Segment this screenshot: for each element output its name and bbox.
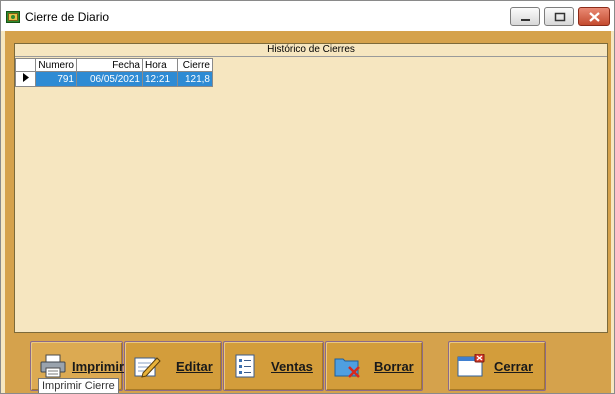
cell-fecha[interactable]: 06/05/2021	[76, 71, 143, 87]
cell-cierre[interactable]: 121,8	[177, 71, 213, 87]
cerrar-button[interactable]: Cerrar	[448, 341, 546, 391]
imprimir-tooltip: Imprimir Cierre	[38, 378, 119, 393]
ventas-label: Ventas	[271, 359, 313, 374]
grid-header-row: Numero Fecha Hora Cierre	[15, 58, 213, 72]
sales-list-icon	[235, 354, 255, 378]
row-indicator[interactable]	[15, 71, 36, 87]
column-header-numero[interactable]: Numero	[35, 58, 77, 72]
close-icon	[589, 12, 600, 22]
ventas-button[interactable]: Ventas	[223, 341, 324, 391]
title-bar: Cierre de Diario	[1, 1, 614, 31]
column-header-hora[interactable]: Hora	[142, 58, 178, 72]
editar-button[interactable]: Editar	[124, 341, 222, 391]
app-icon	[6, 11, 20, 23]
minimize-button[interactable]	[510, 7, 540, 26]
cell-hora[interactable]: 12:21	[142, 71, 178, 87]
maximize-button[interactable]	[544, 7, 574, 26]
history-grid[interactable]: Histórico de Cierres Numero Fecha Hora C…	[14, 43, 608, 333]
close-button[interactable]	[578, 7, 610, 26]
row-indicator-header	[15, 58, 36, 72]
cerrar-label: Cerrar	[494, 359, 534, 374]
minimize-icon	[521, 19, 530, 21]
printer-icon	[40, 354, 66, 378]
column-header-cierre[interactable]: Cierre	[177, 58, 213, 72]
table-row[interactable]: 791 06/05/2021 12:21 121,8	[15, 71, 213, 87]
borrar-label: Borrar	[374, 359, 414, 374]
window-title: Cierre de Diario	[25, 10, 110, 24]
column-header-fecha[interactable]: Fecha	[76, 58, 143, 72]
delete-folder-icon	[334, 358, 360, 378]
imprimir-label: Imprimir	[72, 359, 125, 374]
borrar-button[interactable]: Borrar	[325, 341, 423, 391]
maximize-icon	[554, 12, 566, 22]
editar-label: Editar	[176, 359, 213, 374]
close-window-icon	[457, 354, 485, 377]
cierre-de-diario-window: Cierre de Diario Histórico de Cierres Nu…	[0, 0, 615, 394]
grid-caption: Histórico de Cierres	[15, 44, 607, 57]
main-frame: Histórico de Cierres Numero Fecha Hora C…	[5, 31, 611, 393]
history-table[interactable]: Numero Fecha Hora Cierre 791 06/05/2021 …	[15, 58, 213, 87]
cell-numero[interactable]: 791	[35, 71, 77, 87]
edit-icon	[134, 357, 161, 378]
current-row-arrow-icon	[23, 73, 29, 82]
